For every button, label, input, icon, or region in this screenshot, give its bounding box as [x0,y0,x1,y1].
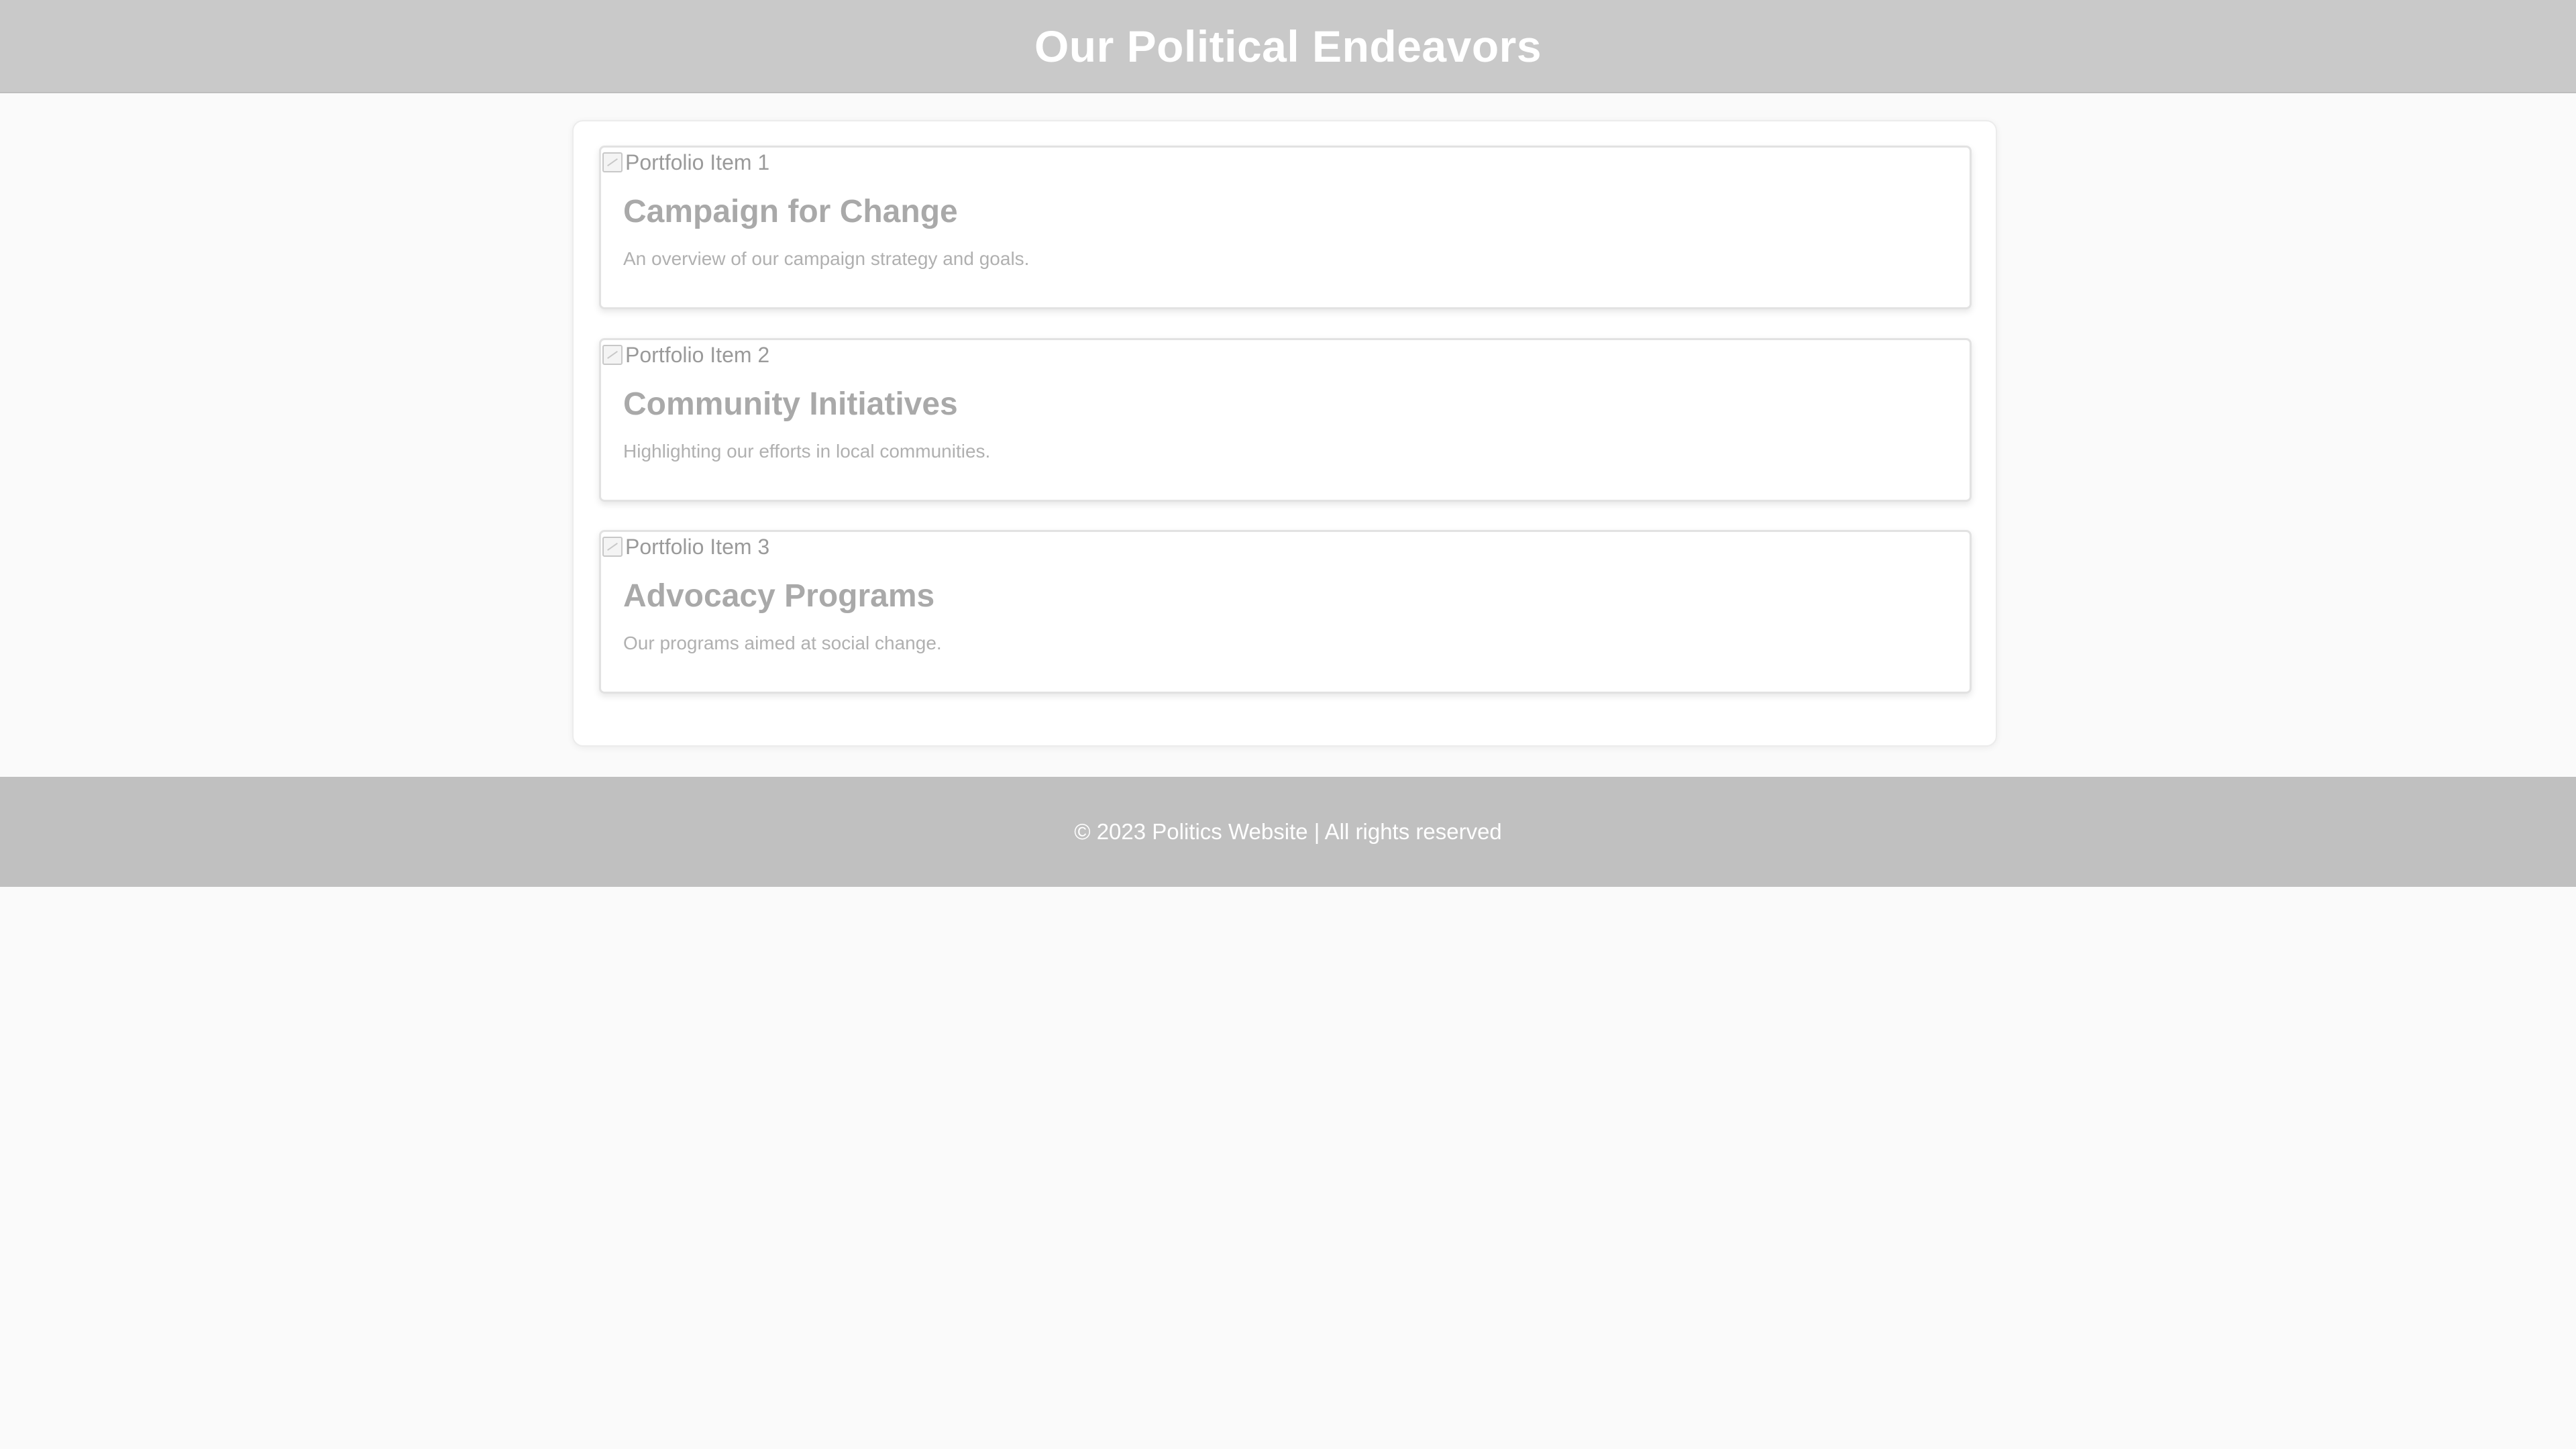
broken-image-icon [602,345,623,365]
copyright-text: © 2023 Politics Website | All rights res… [1074,819,1502,844]
portfolio-item-description: Highlighting our efforts in local commun… [623,441,991,462]
portfolio-item[interactable]: Portfolio Item 1 Campaign for Change An … [599,146,1972,309]
image-alt-text: Portfolio Item 1 [625,150,770,174]
portfolio-image: Portfolio Item 2 [602,341,769,368]
portfolio-item[interactable]: Portfolio Item 3 Advocacy Programs Our p… [599,530,1972,694]
portfolio-item-title: Campaign for Change [623,194,958,229]
broken-image-icon [602,537,623,557]
site-header: Our Political Endeavors [0,0,2576,93]
portfolio-item-description: An overview of our campaign strategy and… [623,248,1030,269]
portfolio-item[interactable]: Portfolio Item 2 Community Initiatives H… [599,338,1972,502]
page-title: Our Political Endeavors [1034,21,1542,71]
image-alt-text: Portfolio Item 2 [625,342,770,367]
portfolio-item-title: Community Initiatives [623,386,958,422]
image-alt-text: Portfolio Item 3 [625,534,770,559]
portfolio-image: Portfolio Item 3 [602,533,769,560]
portfolio-image: Portfolio Item 1 [602,149,769,176]
site-footer: © 2023 Politics Website | All rights res… [0,777,2576,887]
broken-image-icon [602,152,623,172]
portfolio-item-description: Our programs aimed at social change. [623,633,942,653]
portfolio-container: Portfolio Item 1 Campaign for Change An … [572,120,1997,747]
portfolio-item-title: Advocacy Programs [623,578,935,614]
main-content: Portfolio Item 1 Campaign for Change An … [0,93,2576,776]
